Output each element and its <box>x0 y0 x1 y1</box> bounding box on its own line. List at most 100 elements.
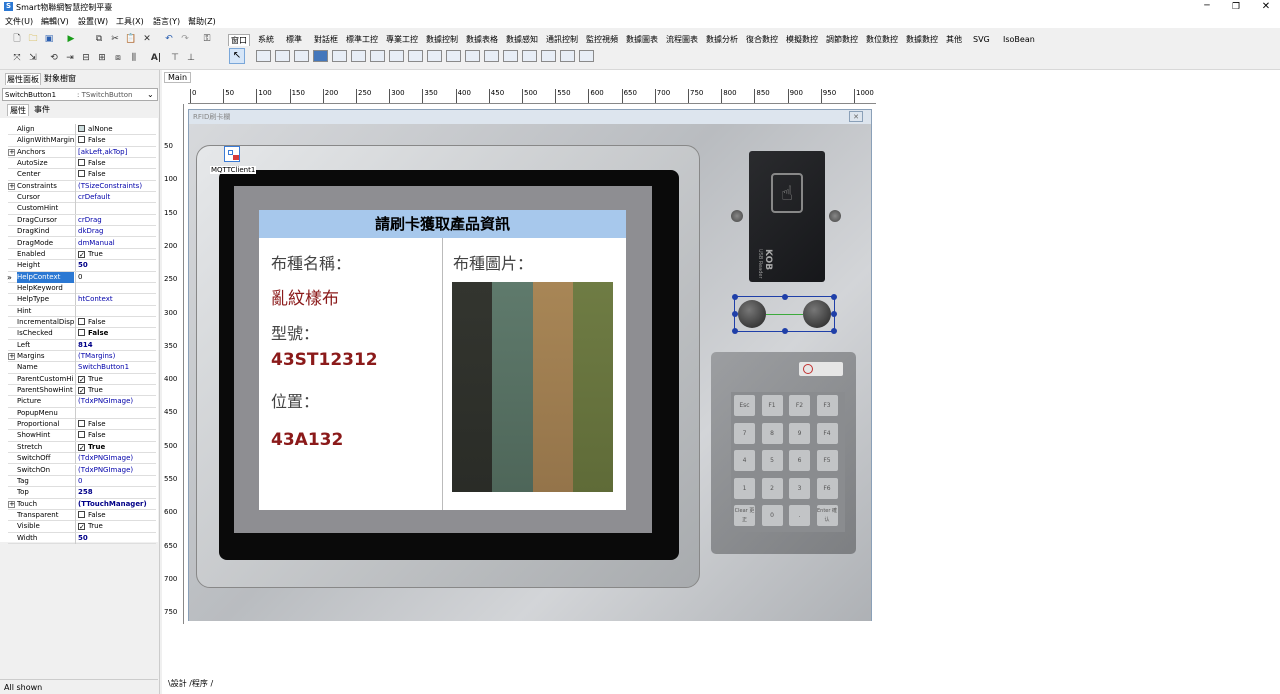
menu-help[interactable]: 幫助(Z) <box>188 16 216 27</box>
property-row[interactable]: DragCursor crDrag <box>8 214 156 227</box>
property-row[interactable]: Height 50 <box>8 260 156 272</box>
property-value[interactable]: (TTouchManager) <box>75 498 156 510</box>
selection-handle[interactable] <box>782 328 788 334</box>
palette-icon-10[interactable] <box>427 50 442 62</box>
property-value[interactable]: (TdxPNGImage) <box>75 464 156 476</box>
switch-button[interactable] <box>732 294 837 334</box>
tab-events[interactable]: 事件 <box>34 104 50 115</box>
property-value[interactable]: dmManual <box>75 237 156 249</box>
palette-icon-4[interactable] <box>313 50 328 62</box>
tab-props[interactable]: 屬性 <box>7 104 29 116</box>
tab-main[interactable]: Main <box>164 72 192 83</box>
selection-handle[interactable] <box>831 294 837 300</box>
component-selector[interactable]: SwitchButton1 : TSwitchButton ⌄ <box>2 88 158 101</box>
selection-handle[interactable] <box>782 294 788 300</box>
property-value[interactable]: dkDrag <box>75 226 156 238</box>
property-row[interactable]: HelpType htContext <box>8 294 156 306</box>
property-row[interactable]: Left 814 <box>8 339 156 351</box>
property-value[interactable]: crDrag <box>75 214 156 226</box>
tab-object-tree[interactable]: 對象樹窗 <box>44 73 76 84</box>
property-value[interactable] <box>75 282 156 294</box>
tab-standard[interactable]: 標準 <box>286 34 302 46</box>
palette-icon-12[interactable] <box>465 50 480 62</box>
tab-standard-control[interactable]: 標準工控 <box>346 34 378 46</box>
property-value[interactable]: SwitchButton1 <box>75 362 156 374</box>
property-value[interactable]: 50 <box>75 532 156 544</box>
palette-icon-7[interactable] <box>370 50 385 62</box>
tab-other[interactable]: 其他 <box>946 34 962 46</box>
switch-knob-left[interactable] <box>738 300 766 328</box>
palette-icon-2[interactable] <box>275 50 290 62</box>
checkbox[interactable]: ✓ <box>78 387 85 395</box>
property-value[interactable]: [akLeft,akTop] <box>75 146 156 158</box>
palette-icon-8[interactable] <box>389 50 404 62</box>
selection-handle[interactable] <box>732 311 738 317</box>
text-icon[interactable]: A| <box>149 52 163 64</box>
property-value[interactable] <box>75 407 156 419</box>
tab-pro-control[interactable]: 專業工控 <box>386 34 418 46</box>
property-row[interactable]: Cursor crDefault <box>8 192 156 204</box>
property-row[interactable]: ParentShowHint ✓ True <box>8 385 156 397</box>
property-row[interactable]: CustomHint <box>8 203 156 215</box>
keypad-key[interactable]: 5 <box>761 450 783 471</box>
run-icon[interactable]: ▶ <box>64 33 78 45</box>
property-row[interactable]: ShowHint False <box>8 430 156 442</box>
delete-icon[interactable]: ✕ <box>140 33 154 45</box>
selection-handle[interactable] <box>831 328 837 334</box>
open-folder-icon[interactable]: 🗀 <box>26 33 40 45</box>
property-value[interactable]: False <box>75 158 156 170</box>
property-value[interactable]: (TdxPNGImage) <box>75 396 156 408</box>
keypad-key[interactable]: F5 <box>816 450 838 471</box>
property-row[interactable]: Picture (TdxPNGImage) <box>8 396 156 408</box>
property-row[interactable]: Stretch ✓ True <box>8 441 156 454</box>
switch-knob-right[interactable] <box>803 300 831 328</box>
property-row[interactable]: PopupMenu <box>8 407 156 420</box>
align-icon-7[interactable]: ⧈ <box>111 52 125 64</box>
keypad-key[interactable]: 3 <box>789 477 810 499</box>
keypad-key[interactable]: F3 <box>816 395 838 416</box>
checkbox[interactable] <box>78 136 85 144</box>
property-row[interactable]: + Constraints (TSizeConstraints) <box>8 180 156 193</box>
property-value[interactable] <box>75 305 156 317</box>
align-icon-2[interactable]: ⇲ <box>26 52 40 64</box>
palette-icon-1[interactable] <box>256 50 271 62</box>
checkbox[interactable]: ✓ <box>78 250 85 258</box>
property-value[interactable]: crDefault <box>75 192 156 204</box>
tab-svg[interactable]: SVG <box>973 34 990 46</box>
keypad-key[interactable]: 9 <box>789 422 810 444</box>
close-window-icon[interactable]: ✕ <box>1257 0 1275 14</box>
menu-edit[interactable]: 編輯(V) <box>41 16 69 27</box>
palette-icon-16[interactable] <box>541 50 556 62</box>
palette-icon-13[interactable] <box>484 50 499 62</box>
property-row[interactable]: + Margins (TMargins) <box>8 351 156 363</box>
property-row[interactable]: DragKind dkDrag <box>8 226 156 238</box>
selection-handle[interactable] <box>732 328 738 334</box>
property-row[interactable]: SwitchOff (TdxPNGImage) <box>8 453 156 465</box>
property-row[interactable]: Width 50 <box>8 532 156 544</box>
selection-handle[interactable] <box>831 311 837 317</box>
paste-icon[interactable]: 📋 <box>124 33 138 45</box>
tab-dialog[interactable]: 對話框 <box>314 34 338 46</box>
property-value[interactable]: ✓ True <box>75 385 156 397</box>
tab-digital[interactable]: 數位數控 <box>866 34 898 46</box>
minimize-icon[interactable]: ─ <box>1198 0 1216 14</box>
property-row[interactable]: AutoSize False <box>8 158 156 170</box>
property-value[interactable]: False <box>75 328 156 340</box>
menu-settings[interactable]: 設置(W) <box>78 16 108 27</box>
palette-icon-5[interactable] <box>332 50 347 62</box>
maximize-icon[interactable]: ❐ <box>1227 0 1245 14</box>
keypad-key[interactable]: 2 <box>761 477 783 499</box>
property-value[interactable]: False <box>75 169 156 181</box>
align-icon-10[interactable]: ⊥ <box>184 52 198 64</box>
tab-data-analysis[interactable]: 數據分析 <box>706 34 738 46</box>
palette-icon-6[interactable] <box>351 50 366 62</box>
property-row[interactable]: Transparent False <box>8 509 156 522</box>
keypad-key[interactable]: 1 <box>734 477 755 499</box>
keypad-key[interactable]: 6 <box>789 450 810 471</box>
checkbox[interactable] <box>78 420 85 428</box>
property-value[interactable]: False <box>75 316 156 328</box>
menu-tools[interactable]: 工具(X) <box>116 16 144 27</box>
redo-icon[interactable]: ↷ <box>178 33 192 45</box>
align-icon-5[interactable]: ⊟ <box>79 52 93 64</box>
palette-icon-15[interactable] <box>522 50 537 62</box>
